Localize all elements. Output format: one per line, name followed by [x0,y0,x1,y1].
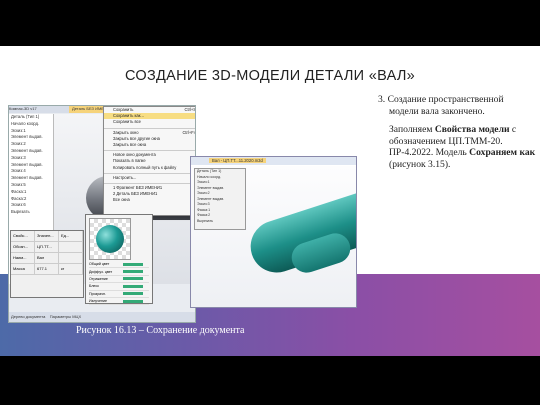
status-params-tab[interactable]: Параметры МЦХ [50,314,81,319]
color-slider[interactable] [123,284,143,288]
property-cell: Значен... [35,231,59,241]
tree-item[interactable]: Фаска:2 [9,196,53,203]
tree-item[interactable]: Элемент выдав. [9,134,53,141]
color-row[interactable]: Отражение [89,276,149,284]
property-cell: Вал [35,253,59,263]
property-cell: Обозн... [11,242,35,252]
menu-item[interactable]: Все окна [104,197,195,203]
document-context-menu: Сохранить Ctrl+S Сохранить как... Сохранить… [103,106,195,216]
tree-item[interactable]: Эскиз:2 [9,141,53,148]
para-bold-2: Сохраняем как [469,147,536,158]
property-row[interactable]: Масса 677.1 кг [11,264,83,275]
tree-item[interactable]: Элемент выдав. [9,175,53,182]
model-tree-2: Деталь (Тип 1) Начало коорд. Эскиз:1 Элемен… [194,168,246,230]
model-properties-panel: Свойс... Значен... Ед... Обозн... ЦП.ТТ... На… [10,230,84,298]
window-titlebar-2: Вал - ЦП.ТТ...11.2020.m3d [191,157,356,165]
tree-item[interactable]: Начало коорд. [9,121,53,128]
property-row[interactable]: Наим... Вал [11,253,83,264]
property-cell: Наим... [11,253,35,263]
color-row[interactable]: Диффуз. цвет [89,268,149,276]
color-row[interactable]: Блеск [89,283,149,291]
property-cell: 677.1 [35,264,59,274]
tree-item[interactable]: Эскиз:4 [9,168,53,175]
color-slider[interactable] [123,299,143,303]
menu-separator [104,148,195,152]
color-slider[interactable] [123,270,143,274]
property-cell: ЦП.ТТ... [35,242,59,252]
kompas-window-result: Вал - ЦП.ТТ...11.2020.m3d Деталь (Тип 1)… [190,156,357,308]
figure-caption: Рисунок 16.13 – Сохранение документа [76,325,245,336]
menu-separator [104,126,195,129]
property-cell [59,242,83,252]
property-row[interactable]: Свойс... Значен... Ед... [11,231,83,242]
tree-item[interactable]: Эскиз:6 [9,202,53,209]
color-row[interactable]: Прозрачн. [89,291,149,298]
property-cell: кг [59,264,83,274]
slide-title: СОЗДАНИЕ 3D-МОДЕЛИ ДЕТАЛИ «ВАЛ» [124,68,416,84]
slide: СОЗДАНИЕ 3D-МОДЕЛИ ДЕТАЛИ «ВАЛ» Компас-3… [0,46,540,356]
status-bar: Дерево документа Параметры МЦХ [9,312,195,322]
property-cell: Масса [11,264,35,274]
instruction-paragraph: Заполняем Свойства модели с обозначением… [378,124,538,170]
status-tree-tab[interactable]: Дерево документа [11,314,45,319]
color-row[interactable]: Общий цвет [89,261,149,269]
property-cell: Свойс... [11,231,35,241]
menu-separator [104,181,195,184]
menu-separator [104,171,195,174]
tree-item[interactable]: Вырезать [195,219,245,225]
property-cell: Ед... [59,231,83,241]
property-row[interactable]: Обозн... ЦП.ТТ... [11,242,83,253]
step-line-2: модели вала закончено. [389,105,485,117]
tree-item[interactable]: Вырезать [9,209,53,216]
tree-item[interactable]: Фаска:1 [9,189,53,196]
material-sphere [96,225,124,253]
color-slider[interactable] [123,262,143,266]
kompas-window-main: Компас-3D v17 Деталь БЕЗ ИМЕНИ1 Деталь (… [8,105,196,323]
color-properties-panel: Общий цвет Диффуз. цвет Отражение Блеск Проз… [85,214,153,306]
color-slider[interactable] [123,292,143,296]
document-tab-2[interactable]: Вал - ЦП.ТТ...11.2020.m3d [209,158,266,163]
tree-item[interactable]: Эскиз:3 [9,155,53,162]
tree-item[interactable]: Эскиз:1 [9,128,53,135]
para-bold-1: Свойства модели [434,124,510,135]
tree-item[interactable]: Элемент выдав. [9,148,53,155]
slide-body-text: 3. Создание пространственной модели вала… [378,94,538,170]
material-preview [89,218,131,260]
para-post: (рисунок 3.15). [389,158,451,170]
color-slider[interactable] [123,277,143,281]
property-cell [59,253,83,263]
para-pre: Заполняем [389,124,435,135]
tree-item[interactable]: Деталь (Тип 1) [9,114,53,121]
tree-item[interactable]: Элемент выдав. [9,162,53,169]
step-line-1: 3. Создание пространственной [378,94,504,105]
tree-item[interactable]: Эскиз:5 [9,182,53,189]
color-row[interactable]: Излучение [89,298,149,306]
